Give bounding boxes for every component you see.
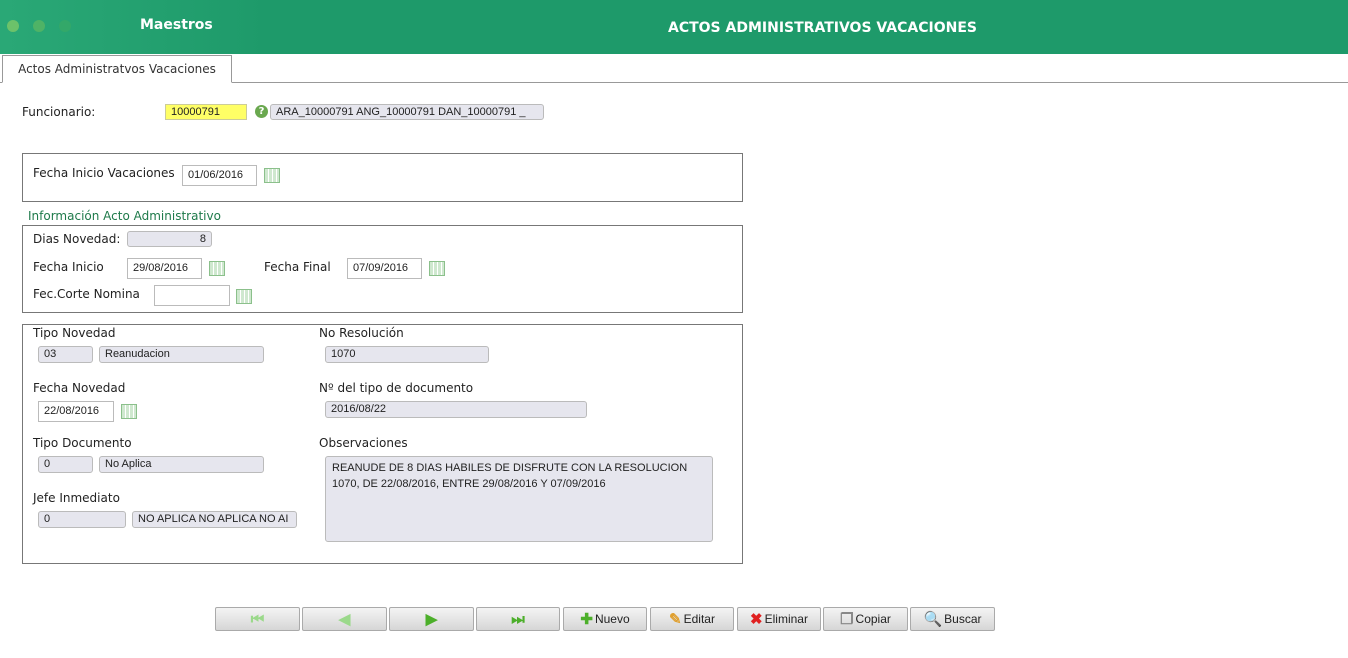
fecha-final-input[interactable]: 07/09/2016 (347, 258, 422, 279)
funcionario-name: ARA_10000791 ANG_10000791 DAN_10000791 _ (270, 104, 544, 120)
x-icon: ✖ (750, 611, 763, 628)
funcionario-label: Funcionario: (22, 105, 96, 119)
tipo-novedad-value: Reanudacion (99, 346, 264, 363)
calendar-icon[interactable] (264, 168, 280, 183)
fecha-inicio-label: Fecha Inicio (33, 260, 104, 274)
nuevo-label: Nuevo (594, 612, 630, 626)
app-title: Maestros (140, 17, 213, 33)
prev-button[interactable]: ◀ (302, 607, 387, 631)
tipo-novedad-label: Tipo Novedad (33, 326, 116, 340)
fecha-novedad-input[interactable]: 22/08/2016 (38, 401, 114, 422)
fecha-inicio-vac-label: Fecha Inicio Vacaciones (33, 166, 175, 180)
calendar-icon[interactable] (209, 261, 225, 276)
jefe-value: NO APLICA NO APLICA NO AI (132, 511, 297, 528)
editar-button[interactable]: ✎ Editar (650, 607, 734, 631)
copiar-button[interactable]: ❐ Copiar (823, 607, 908, 631)
first-button[interactable]: ⏮ (215, 607, 300, 631)
editar-label: Editar (683, 612, 715, 626)
copy-icon: ❐ (840, 611, 854, 628)
jefe-code[interactable]: 0 (38, 511, 126, 528)
num-doc-input[interactable]: 2016/08/22 (325, 401, 587, 418)
buscar-button[interactable]: 🔍 Buscar (910, 607, 995, 631)
obs-label: Observaciones (319, 436, 408, 450)
nuevo-button[interactable]: ✚ Nuevo (563, 607, 647, 631)
fecha-novedad-label: Fecha Novedad (33, 381, 126, 395)
pencil-icon: ✎ (669, 611, 682, 628)
dias-label: Dias Novedad: (33, 232, 121, 246)
corte-input[interactable] (154, 285, 230, 306)
observaciones-textarea[interactable]: REANUDE DE 8 DIAS HABILES DE DISFRUTE CO… (325, 456, 713, 542)
copiar-label: Copiar (855, 612, 891, 626)
resolucion-input[interactable]: 1070 (325, 346, 489, 363)
calendar-icon[interactable] (236, 289, 252, 304)
tipo-novedad-code[interactable]: 03 (38, 346, 93, 363)
search-icon: 🔍 (923, 611, 943, 628)
help-icon[interactable]: ? (255, 105, 268, 118)
window-dot (7, 20, 19, 32)
first-icon: ⏮ (250, 610, 265, 628)
section-title: Información Acto Administrativo (28, 209, 221, 223)
buscar-label: Buscar (944, 612, 982, 626)
last-button[interactable]: ⏭ (476, 607, 560, 631)
funcionario-code-input[interactable]: 10000791 (165, 104, 247, 120)
resolucion-label: No Resolución (319, 326, 404, 340)
num-doc-label: Nº del tipo de documento (319, 381, 474, 395)
window-dot (59, 20, 71, 32)
corte-label: Fec.Corte Nomina (33, 287, 140, 301)
fecha-inicio-input[interactable]: 29/08/2016 (127, 258, 202, 279)
next-button[interactable]: ▶ (389, 607, 474, 631)
plus-icon: ✚ (580, 611, 593, 628)
eliminar-button[interactable]: ✖ Eliminar (737, 607, 821, 631)
arrow-right-icon: ▶ (425, 611, 438, 628)
fecha-inicio-vac-input[interactable]: 01/06/2016 (182, 165, 257, 186)
page-title: ACTOS ADMINISTRATIVOS VACACIONES (668, 20, 977, 36)
arrow-left-icon: ◀ (338, 611, 351, 628)
fecha-final-label: Fecha Final (264, 260, 331, 274)
tipo-doc-value: No Aplica (99, 456, 264, 473)
calendar-icon[interactable] (121, 404, 137, 419)
tipo-doc-label: Tipo Documento (33, 436, 132, 450)
dias-value: 8 (127, 231, 212, 247)
window-dot (33, 20, 45, 32)
eliminar-label: Eliminar (764, 612, 808, 626)
tipo-doc-code[interactable]: 0 (38, 456, 93, 473)
jefe-label: Jefe Inmediato (33, 491, 120, 505)
last-icon: ⏭ (511, 610, 525, 628)
calendar-icon[interactable] (429, 261, 445, 276)
tab-actos[interactable]: Actos Administratvos Vacaciones (2, 55, 232, 83)
